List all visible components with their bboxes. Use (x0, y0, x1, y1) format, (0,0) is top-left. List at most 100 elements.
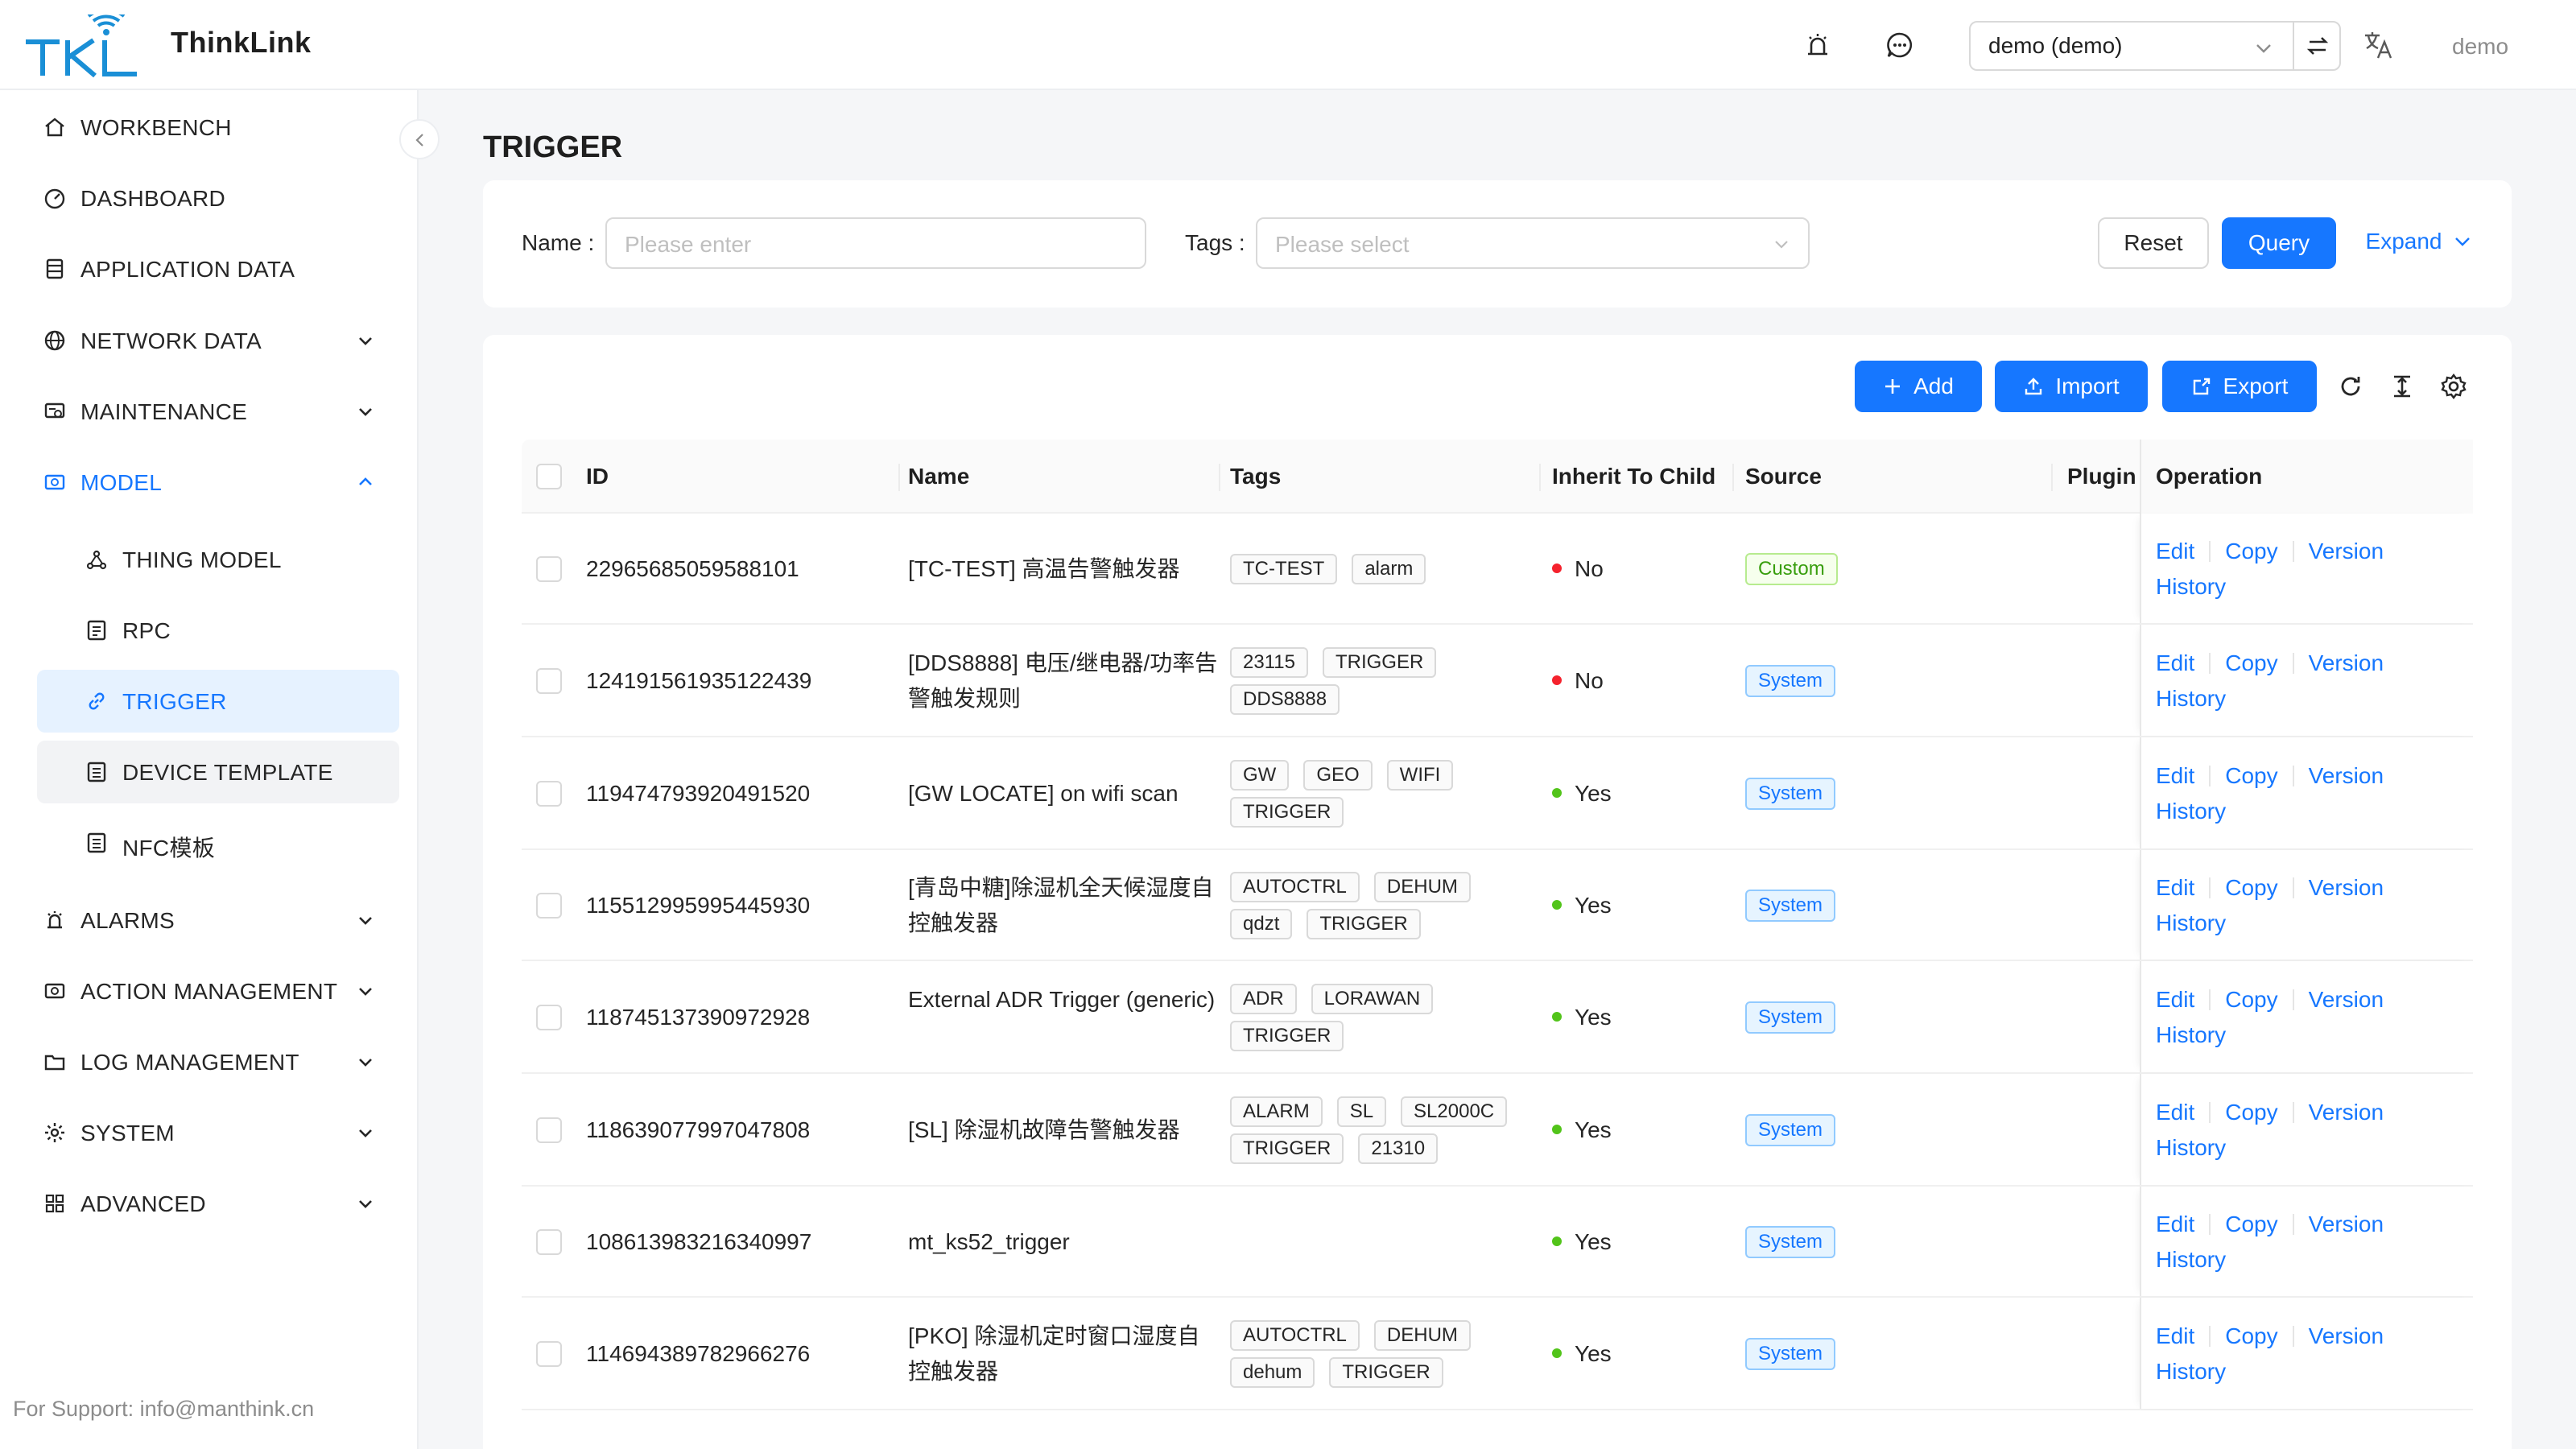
tag: alarm (1352, 554, 1426, 584)
sidebar-item-advanced[interactable]: ADVANCED (37, 1172, 399, 1235)
row-checkbox[interactable] (536, 1117, 562, 1143)
sidebar-item-model[interactable]: MODEL (37, 451, 399, 514)
sidebar-item-label: MAINTENANCE (80, 399, 248, 424)
version-link[interactable]: Version (2309, 1212, 2384, 1236)
cell-name: External ADR Trigger (generic) (908, 987, 1216, 1012)
edit-link[interactable]: Edit (2156, 875, 2194, 900)
version-link[interactable]: Version (2309, 1100, 2384, 1125)
sidebar-item-label: THING MODEL (122, 547, 282, 572)
edit-link[interactable]: Edit (2156, 763, 2194, 788)
version-link[interactable]: Version (2309, 539, 2384, 564)
user-name[interactable]: demo (2452, 34, 2508, 60)
copy-link[interactable]: Copy (2225, 1212, 2277, 1236)
column-header-id[interactable]: ID (586, 464, 609, 489)
tag: 23115 (1230, 647, 1308, 678)
chevron-down-icon (359, 917, 372, 925)
edit-link[interactable]: Edit (2156, 650, 2194, 675)
sidebar-item-trigger[interactable]: TRIGGER (37, 670, 399, 733)
cell-tags: 23115 TRIGGER DDS8888 (1230, 647, 1536, 715)
sidebar-item-system[interactable]: SYSTEM (37, 1101, 399, 1164)
divider (2209, 877, 2211, 898)
sidebar-item-action-management[interactable]: ACTION MANAGEMENT (37, 960, 399, 1022)
alarm-bell-icon[interactable] (1802, 29, 1834, 61)
history-link[interactable]: History (2156, 1022, 2226, 1047)
edit-link[interactable]: Edit (2156, 987, 2194, 1012)
sidebar-item-alarms[interactable]: ALARMS (37, 889, 399, 952)
version-link[interactable]: Version (2309, 650, 2384, 675)
query-button[interactable]: Query (2222, 217, 2336, 269)
sidebar-item-maintenance[interactable]: MAINTENANCE (37, 380, 399, 443)
version-link[interactable]: Version (2309, 763, 2384, 788)
history-link[interactable]: History (2156, 910, 2226, 935)
copy-link[interactable]: Copy (2225, 1100, 2277, 1125)
column-header-inherit[interactable]: Inherit To Child (1552, 464, 1715, 489)
tags-select[interactable]: Please select (1256, 217, 1810, 269)
history-link[interactable]: History (2156, 799, 2226, 824)
edit-link[interactable]: Edit (2156, 1323, 2194, 1348)
link-icon (89, 692, 105, 710)
edit-link[interactable]: Edit (2156, 539, 2194, 564)
tag: WIFI (1386, 760, 1454, 791)
operation-column-header: Operation (2140, 440, 2473, 514)
expand-toggle[interactable]: Expand (2359, 217, 2479, 269)
column-header-plugin[interactable]: Plugin (2067, 464, 2136, 489)
name-input[interactable]: Please enter (605, 217, 1146, 269)
history-link[interactable]: History (2156, 1359, 2226, 1384)
version-link[interactable]: Version (2309, 1323, 2384, 1348)
divider (2209, 1213, 2211, 1235)
column-header-name[interactable]: Name (908, 464, 969, 489)
translate-icon[interactable] (2362, 29, 2394, 61)
row-checkbox[interactable] (536, 556, 562, 582)
copy-link[interactable]: Copy (2225, 875, 2277, 900)
sidebar-item-rpc[interactable]: RPC (37, 599, 399, 662)
settings-icon[interactable] (2439, 372, 2468, 401)
version-link[interactable]: Version (2309, 875, 2384, 900)
import-button[interactable]: Import (1995, 361, 2148, 412)
copy-link[interactable]: Copy (2225, 987, 2277, 1012)
tenant-switch-button[interactable] (2293, 23, 2339, 69)
sidebar-item-thing-model[interactable]: THING MODEL (37, 528, 399, 591)
version-link[interactable]: Version (2309, 987, 2384, 1012)
copy-link[interactable]: Copy (2225, 539, 2277, 564)
tag: DEHUM (1373, 872, 1471, 902)
refresh-icon[interactable] (2336, 372, 2365, 401)
history-link[interactable]: History (2156, 574, 2226, 599)
column-header-source[interactable]: Source (1745, 464, 1822, 489)
export-button[interactable]: Export (2162, 361, 2317, 412)
copy-link[interactable]: Copy (2225, 650, 2277, 675)
sidebar-collapse-button[interactable] (399, 119, 440, 159)
edit-link[interactable]: Edit (2156, 1212, 2194, 1236)
row-checkbox[interactable] (536, 781, 562, 807)
history-link[interactable]: History (2156, 686, 2226, 711)
sidebar-item-device-template[interactable]: DEVICE TEMPLATE (37, 741, 399, 803)
copy-link[interactable]: Copy (2225, 1323, 2277, 1348)
history-link[interactable]: History (2156, 1135, 2226, 1160)
inherit-value: Yes (1575, 781, 1612, 806)
chat-icon[interactable] (1884, 29, 1916, 61)
column-header-tags[interactable]: Tags (1230, 464, 1281, 489)
reset-button[interactable]: Reset (2098, 217, 2209, 269)
tenant-select[interactable]: demo (demo) (1969, 21, 2341, 71)
sidebar-item-application-data[interactable]: APPLICATION DATA (37, 237, 399, 300)
expand-label: Expand (2365, 229, 2442, 254)
sidebar-item-workbench[interactable]: WORKBENCH (37, 96, 399, 159)
row-checkbox[interactable] (536, 668, 562, 694)
sidebar-item-dashboard[interactable]: DASHBOARD (37, 167, 399, 229)
column-height-icon[interactable] (2388, 372, 2417, 401)
maintenance-icon (44, 402, 65, 419)
row-checkbox[interactable] (536, 1005, 562, 1030)
row-checkbox[interactable] (536, 1229, 562, 1255)
sidebar-item-network-data[interactable]: NETWORK DATA (37, 309, 399, 372)
row-checkbox[interactable] (536, 1341, 562, 1367)
row-checkbox[interactable] (536, 893, 562, 919)
gear-icon (45, 1123, 64, 1142)
copy-link[interactable]: Copy (2225, 763, 2277, 788)
history-link[interactable]: History (2156, 1247, 2226, 1272)
select-all-checkbox[interactable] (536, 464, 562, 489)
sidebar-item-nfc-template[interactable]: NFC模板 (37, 811, 399, 874)
source-badge: System (1745, 1226, 1836, 1258)
edit-link[interactable]: Edit (2156, 1100, 2194, 1125)
add-button[interactable]: Add (1855, 361, 1982, 412)
cell-name: [SL] 除湿机故障告警触发器 (908, 1117, 1180, 1142)
sidebar-item-log-management[interactable]: LOG MANAGEMENT (37, 1030, 399, 1093)
